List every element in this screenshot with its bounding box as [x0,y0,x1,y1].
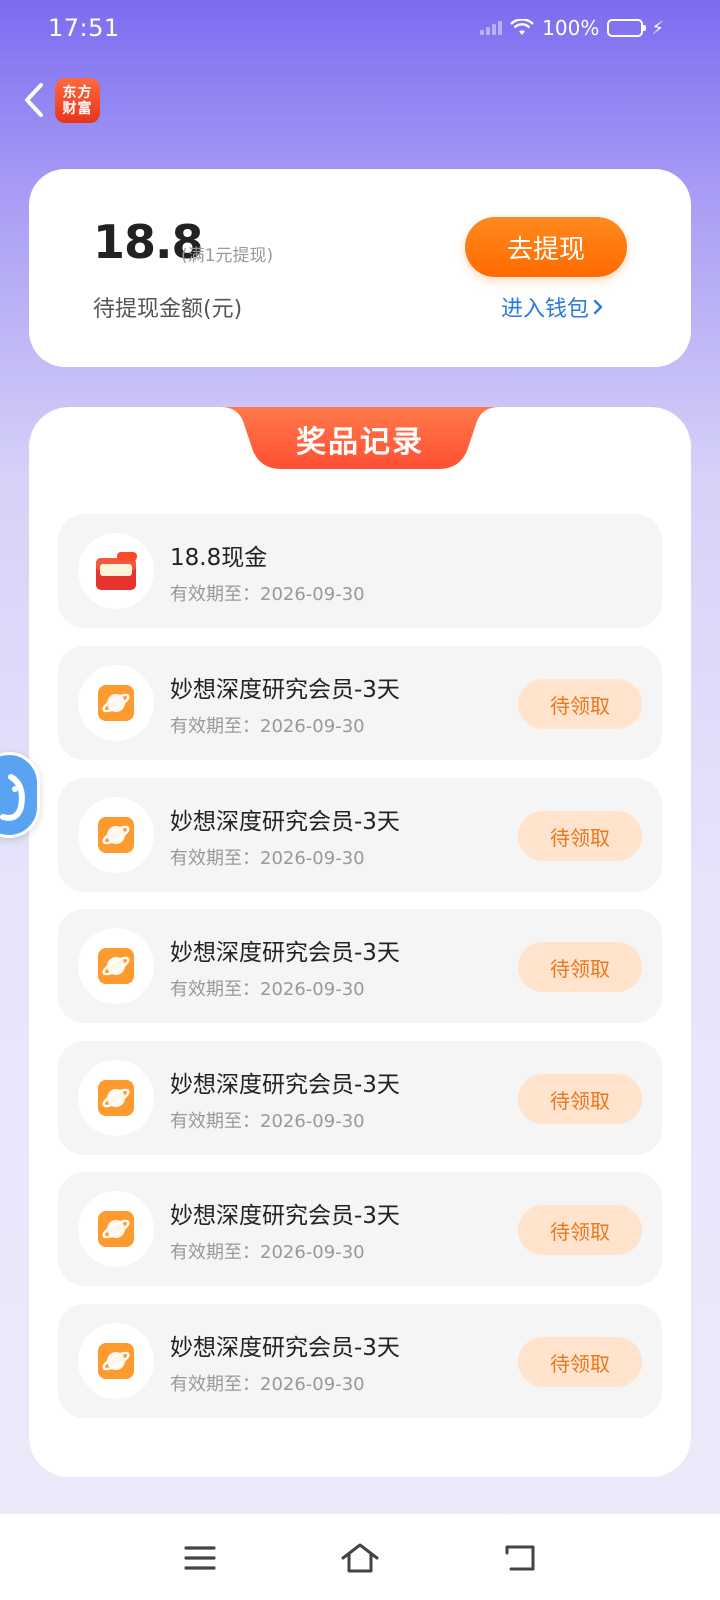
back-button[interactable] [14,78,54,122]
claim-button[interactable]: 待领取 [518,679,642,729]
membership-icon [98,817,134,853]
membership-icon-wrap [78,1323,154,1399]
item-expiry: 有效期至：2026-09-30 [170,716,365,737]
status-icons: 100% ⚡ [480,16,664,40]
balance-label: 待提现金额(元) [93,297,243,322]
list-item: 妙想深度研究会员-3天 有效期至：2026-09-30 待领取 [58,1172,662,1286]
signal-icon [480,21,503,35]
membership-icon [98,685,134,721]
item-expiry: 有效期至：2026-09-30 [170,1374,365,1395]
item-expiry: 有效期至：2026-09-30 [170,1111,365,1132]
system-nav-bar [0,1514,720,1600]
home-icon [341,1543,379,1573]
menu-icon [184,1546,216,1570]
back-nav-button[interactable] [498,1536,542,1580]
assistant-icon [0,774,25,821]
item-title: 妙想深度研究会员-3天 [170,677,400,703]
membership-icon-wrap [78,665,154,741]
item-expiry: 有效期至：2026-09-30 [170,848,365,869]
claim-button[interactable]: 待领取 [518,1337,642,1387]
membership-icon [98,1343,134,1379]
list-item: 妙想深度研究会员-3天 有效期至：2026-09-30 待领取 [58,1041,662,1155]
logo-line-2: 财富 [62,100,93,117]
battery-percent: 100% [542,16,600,40]
membership-icon-wrap [78,1060,154,1136]
item-title: 妙想深度研究会员-3天 [170,940,400,966]
item-title: 妙想深度研究会员-3天 [170,809,400,835]
balance-card: 18.8 (满1元提现) 待提现金额(元) 去提现 进入钱包 [29,169,691,367]
wallet-link[interactable]: 进入钱包 [501,291,603,323]
membership-icon [98,948,134,984]
item-title: 妙想深度研究会员-3天 [170,1203,400,1229]
item-title: 妙想深度研究会员-3天 [170,1072,400,1098]
membership-icon [98,1211,134,1247]
return-icon [505,1545,535,1571]
item-title: 18.8现金 [170,545,268,571]
chevron-left-icon [25,83,43,117]
records-title: 奖品记录 [296,425,424,460]
claim-button[interactable]: 待领取 [518,811,642,861]
list-item: 妙想深度研究会员-3天 有效期至：2026-09-30 待领取 [58,909,662,1023]
list-item: 妙想深度研究会员-3天 有效期至：2026-09-30 待领取 [58,1304,662,1418]
balance-note: (满1元提现) [181,246,274,266]
claim-button[interactable]: 待领取 [518,942,642,992]
item-expiry: 有效期至：2026-09-30 [170,584,365,605]
red-packet-icon [78,533,154,609]
list-item: 18.8现金 有效期至：2026-09-30 [58,514,662,628]
item-expiry: 有效期至：2026-09-30 [170,979,365,1000]
item-title: 妙想深度研究会员-3天 [170,1335,400,1361]
status-time: 17:51 [48,14,120,42]
menu-button[interactable] [178,1536,222,1580]
list-item: 妙想深度研究会员-3天 有效期至：2026-09-30 待领取 [58,778,662,892]
membership-icon-wrap [78,928,154,1004]
withdraw-button[interactable]: 去提现 [465,217,627,277]
floating-assistant-button[interactable] [0,752,40,838]
claim-button[interactable]: 待领取 [518,1205,642,1255]
status-bar: 17:51 100% ⚡ [0,0,720,56]
records-title-tab: 奖品记录 [221,407,499,471]
claim-button[interactable]: 待领取 [518,1074,642,1124]
prize-records-card: 奖品记录 18.8现金 有效期至：2026-09-30 妙想深度研究会员-3天 … [29,407,691,1477]
app-logo: 东方 财富 [55,78,100,123]
item-expiry: 有效期至：2026-09-30 [170,1242,365,1263]
wifi-icon [510,19,535,35]
battery-icon [607,19,647,37]
charging-icon: ⚡ [651,17,664,39]
home-button[interactable] [338,1536,382,1580]
membership-icon-wrap [78,1191,154,1267]
chevron-right-icon [593,299,603,315]
list-item: 妙想深度研究会员-3天 有效期至：2026-09-30 待领取 [58,646,662,760]
membership-icon [98,1080,134,1116]
membership-icon-wrap [78,797,154,873]
wallet-link-label: 进入钱包 [500,297,589,322]
logo-line-1: 东方 [62,84,93,101]
